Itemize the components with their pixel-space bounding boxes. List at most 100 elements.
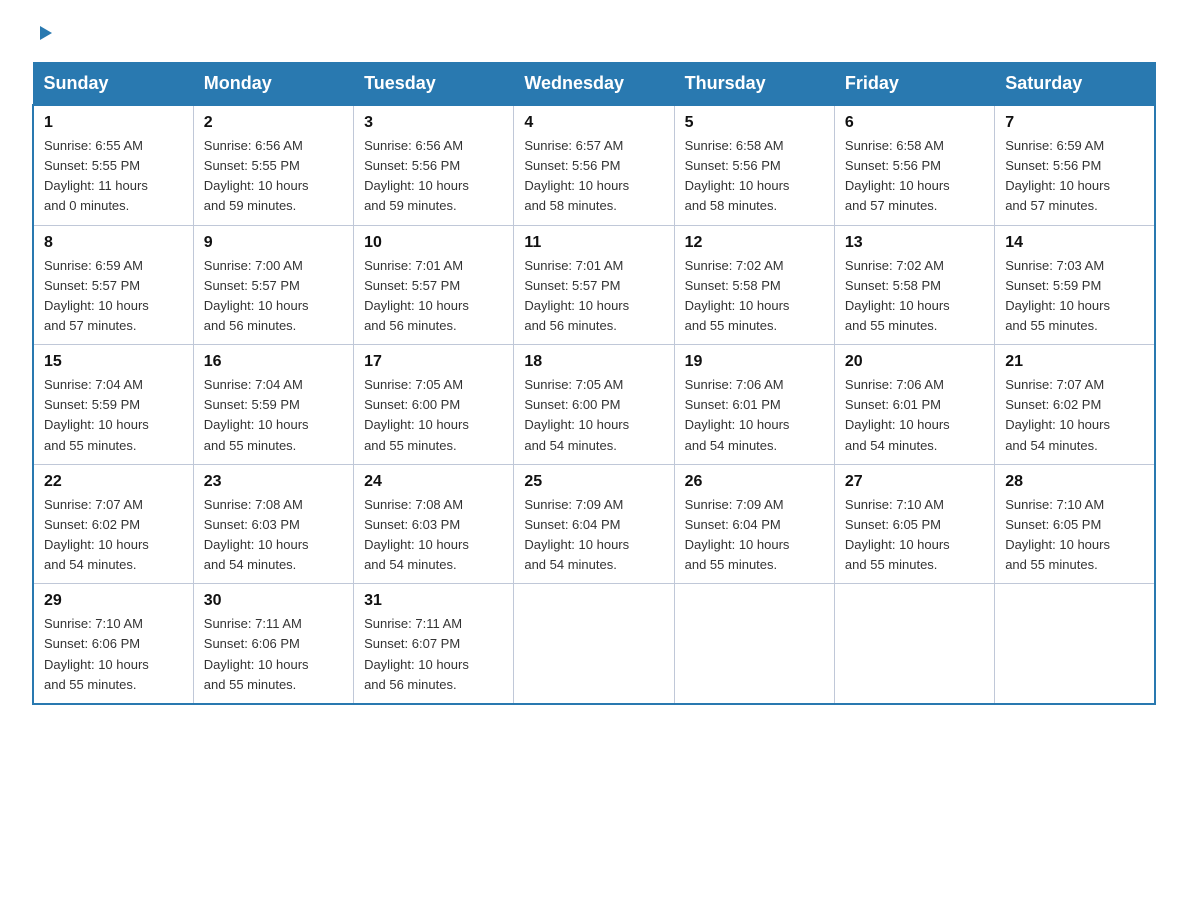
day-number: 26 (685, 473, 824, 491)
day-detail: Sunrise: 6:58 AMSunset: 5:56 PMDaylight:… (845, 136, 984, 217)
day-detail: Sunrise: 7:06 AMSunset: 6:01 PMDaylight:… (685, 375, 824, 456)
day-detail: Sunrise: 7:09 AMSunset: 6:04 PMDaylight:… (685, 495, 824, 576)
day-detail: Sunrise: 6:59 AMSunset: 5:56 PMDaylight:… (1005, 136, 1144, 217)
day-number: 11 (524, 234, 663, 252)
day-number: 12 (685, 234, 824, 252)
logo-arrow-icon (34, 22, 56, 44)
day-number: 19 (685, 353, 824, 371)
day-number: 10 (364, 234, 503, 252)
day-detail: Sunrise: 7:08 AMSunset: 6:03 PMDaylight:… (204, 495, 343, 576)
header-friday: Friday (834, 63, 994, 106)
day-detail: Sunrise: 7:04 AMSunset: 5:59 PMDaylight:… (204, 375, 343, 456)
day-detail: Sunrise: 7:00 AMSunset: 5:57 PMDaylight:… (204, 256, 343, 337)
calendar-cell: 29 Sunrise: 7:10 AMSunset: 6:06 PMDaylig… (33, 584, 193, 704)
calendar-cell: 22 Sunrise: 7:07 AMSunset: 6:02 PMDaylig… (33, 464, 193, 584)
calendar-week-row: 1 Sunrise: 6:55 AMSunset: 5:55 PMDayligh… (33, 105, 1155, 225)
day-number: 28 (1005, 473, 1144, 491)
calendar-cell: 19 Sunrise: 7:06 AMSunset: 6:01 PMDaylig… (674, 345, 834, 465)
calendar-cell: 1 Sunrise: 6:55 AMSunset: 5:55 PMDayligh… (33, 105, 193, 225)
day-detail: Sunrise: 7:11 AMSunset: 6:06 PMDaylight:… (204, 614, 343, 695)
day-detail: Sunrise: 7:06 AMSunset: 6:01 PMDaylight:… (845, 375, 984, 456)
day-number: 15 (44, 353, 183, 371)
calendar-cell: 7 Sunrise: 6:59 AMSunset: 5:56 PMDayligh… (995, 105, 1155, 225)
day-number: 18 (524, 353, 663, 371)
calendar-header-row: SundayMondayTuesdayWednesdayThursdayFrid… (33, 63, 1155, 106)
calendar-cell: 2 Sunrise: 6:56 AMSunset: 5:55 PMDayligh… (193, 105, 353, 225)
day-number: 7 (1005, 114, 1144, 132)
header-thursday: Thursday (674, 63, 834, 106)
calendar-cell: 20 Sunrise: 7:06 AMSunset: 6:01 PMDaylig… (834, 345, 994, 465)
calendar-cell: 5 Sunrise: 6:58 AMSunset: 5:56 PMDayligh… (674, 105, 834, 225)
day-number: 2 (204, 114, 343, 132)
calendar-cell: 12 Sunrise: 7:02 AMSunset: 5:58 PMDaylig… (674, 225, 834, 345)
day-detail: Sunrise: 7:05 AMSunset: 6:00 PMDaylight:… (524, 375, 663, 456)
day-number: 13 (845, 234, 984, 252)
day-number: 9 (204, 234, 343, 252)
day-detail: Sunrise: 6:56 AMSunset: 5:56 PMDaylight:… (364, 136, 503, 217)
calendar-cell: 28 Sunrise: 7:10 AMSunset: 6:05 PMDaylig… (995, 464, 1155, 584)
calendar-cell: 6 Sunrise: 6:58 AMSunset: 5:56 PMDayligh… (834, 105, 994, 225)
day-number: 16 (204, 353, 343, 371)
day-number: 30 (204, 592, 343, 610)
calendar-cell: 24 Sunrise: 7:08 AMSunset: 6:03 PMDaylig… (354, 464, 514, 584)
header-saturday: Saturday (995, 63, 1155, 106)
calendar-cell: 13 Sunrise: 7:02 AMSunset: 5:58 PMDaylig… (834, 225, 994, 345)
calendar-week-row: 8 Sunrise: 6:59 AMSunset: 5:57 PMDayligh… (33, 225, 1155, 345)
day-detail: Sunrise: 7:09 AMSunset: 6:04 PMDaylight:… (524, 495, 663, 576)
day-detail: Sunrise: 7:05 AMSunset: 6:00 PMDaylight:… (364, 375, 503, 456)
day-number: 14 (1005, 234, 1144, 252)
day-detail: Sunrise: 6:59 AMSunset: 5:57 PMDaylight:… (44, 256, 183, 337)
day-number: 31 (364, 592, 503, 610)
day-detail: Sunrise: 7:04 AMSunset: 5:59 PMDaylight:… (44, 375, 183, 456)
header-monday: Monday (193, 63, 353, 106)
calendar-cell: 30 Sunrise: 7:11 AMSunset: 6:06 PMDaylig… (193, 584, 353, 704)
calendar-cell: 16 Sunrise: 7:04 AMSunset: 5:59 PMDaylig… (193, 345, 353, 465)
day-detail: Sunrise: 7:10 AMSunset: 6:05 PMDaylight:… (845, 495, 984, 576)
day-detail: Sunrise: 7:02 AMSunset: 5:58 PMDaylight:… (845, 256, 984, 337)
calendar-cell: 26 Sunrise: 7:09 AMSunset: 6:04 PMDaylig… (674, 464, 834, 584)
day-number: 5 (685, 114, 824, 132)
header-tuesday: Tuesday (354, 63, 514, 106)
calendar-cell (834, 584, 994, 704)
day-detail: Sunrise: 7:01 AMSunset: 5:57 PMDaylight:… (524, 256, 663, 337)
calendar-cell: 21 Sunrise: 7:07 AMSunset: 6:02 PMDaylig… (995, 345, 1155, 465)
calendar-cell: 9 Sunrise: 7:00 AMSunset: 5:57 PMDayligh… (193, 225, 353, 345)
day-number: 4 (524, 114, 663, 132)
day-number: 3 (364, 114, 503, 132)
day-detail: Sunrise: 6:55 AMSunset: 5:55 PMDaylight:… (44, 136, 183, 217)
calendar-cell: 25 Sunrise: 7:09 AMSunset: 6:04 PMDaylig… (514, 464, 674, 584)
day-detail: Sunrise: 7:08 AMSunset: 6:03 PMDaylight:… (364, 495, 503, 576)
day-number: 23 (204, 473, 343, 491)
day-detail: Sunrise: 6:57 AMSunset: 5:56 PMDaylight:… (524, 136, 663, 217)
calendar-week-row: 22 Sunrise: 7:07 AMSunset: 6:02 PMDaylig… (33, 464, 1155, 584)
day-number: 8 (44, 234, 183, 252)
calendar-cell: 23 Sunrise: 7:08 AMSunset: 6:03 PMDaylig… (193, 464, 353, 584)
calendar-cell: 4 Sunrise: 6:57 AMSunset: 5:56 PMDayligh… (514, 105, 674, 225)
day-number: 29 (44, 592, 183, 610)
day-detail: Sunrise: 7:01 AMSunset: 5:57 PMDaylight:… (364, 256, 503, 337)
day-number: 24 (364, 473, 503, 491)
day-number: 6 (845, 114, 984, 132)
day-number: 27 (845, 473, 984, 491)
calendar-cell: 3 Sunrise: 6:56 AMSunset: 5:56 PMDayligh… (354, 105, 514, 225)
calendar-cell (995, 584, 1155, 704)
day-number: 25 (524, 473, 663, 491)
day-number: 17 (364, 353, 503, 371)
calendar-week-row: 15 Sunrise: 7:04 AMSunset: 5:59 PMDaylig… (33, 345, 1155, 465)
day-detail: Sunrise: 6:58 AMSunset: 5:56 PMDaylight:… (685, 136, 824, 217)
day-detail: Sunrise: 7:10 AMSunset: 6:06 PMDaylight:… (44, 614, 183, 695)
calendar-cell: 10 Sunrise: 7:01 AMSunset: 5:57 PMDaylig… (354, 225, 514, 345)
day-number: 1 (44, 114, 183, 132)
day-number: 21 (1005, 353, 1144, 371)
calendar-cell: 11 Sunrise: 7:01 AMSunset: 5:57 PMDaylig… (514, 225, 674, 345)
day-number: 20 (845, 353, 984, 371)
calendar-cell: 31 Sunrise: 7:11 AMSunset: 6:07 PMDaylig… (354, 584, 514, 704)
day-detail: Sunrise: 7:07 AMSunset: 6:02 PMDaylight:… (1005, 375, 1144, 456)
header-wednesday: Wednesday (514, 63, 674, 106)
calendar-cell (514, 584, 674, 704)
day-detail: Sunrise: 7:11 AMSunset: 6:07 PMDaylight:… (364, 614, 503, 695)
calendar-cell: 18 Sunrise: 7:05 AMSunset: 6:00 PMDaylig… (514, 345, 674, 465)
calendar-cell: 14 Sunrise: 7:03 AMSunset: 5:59 PMDaylig… (995, 225, 1155, 345)
day-detail: Sunrise: 7:10 AMSunset: 6:05 PMDaylight:… (1005, 495, 1144, 576)
calendar-table: SundayMondayTuesdayWednesdayThursdayFrid… (32, 62, 1156, 705)
